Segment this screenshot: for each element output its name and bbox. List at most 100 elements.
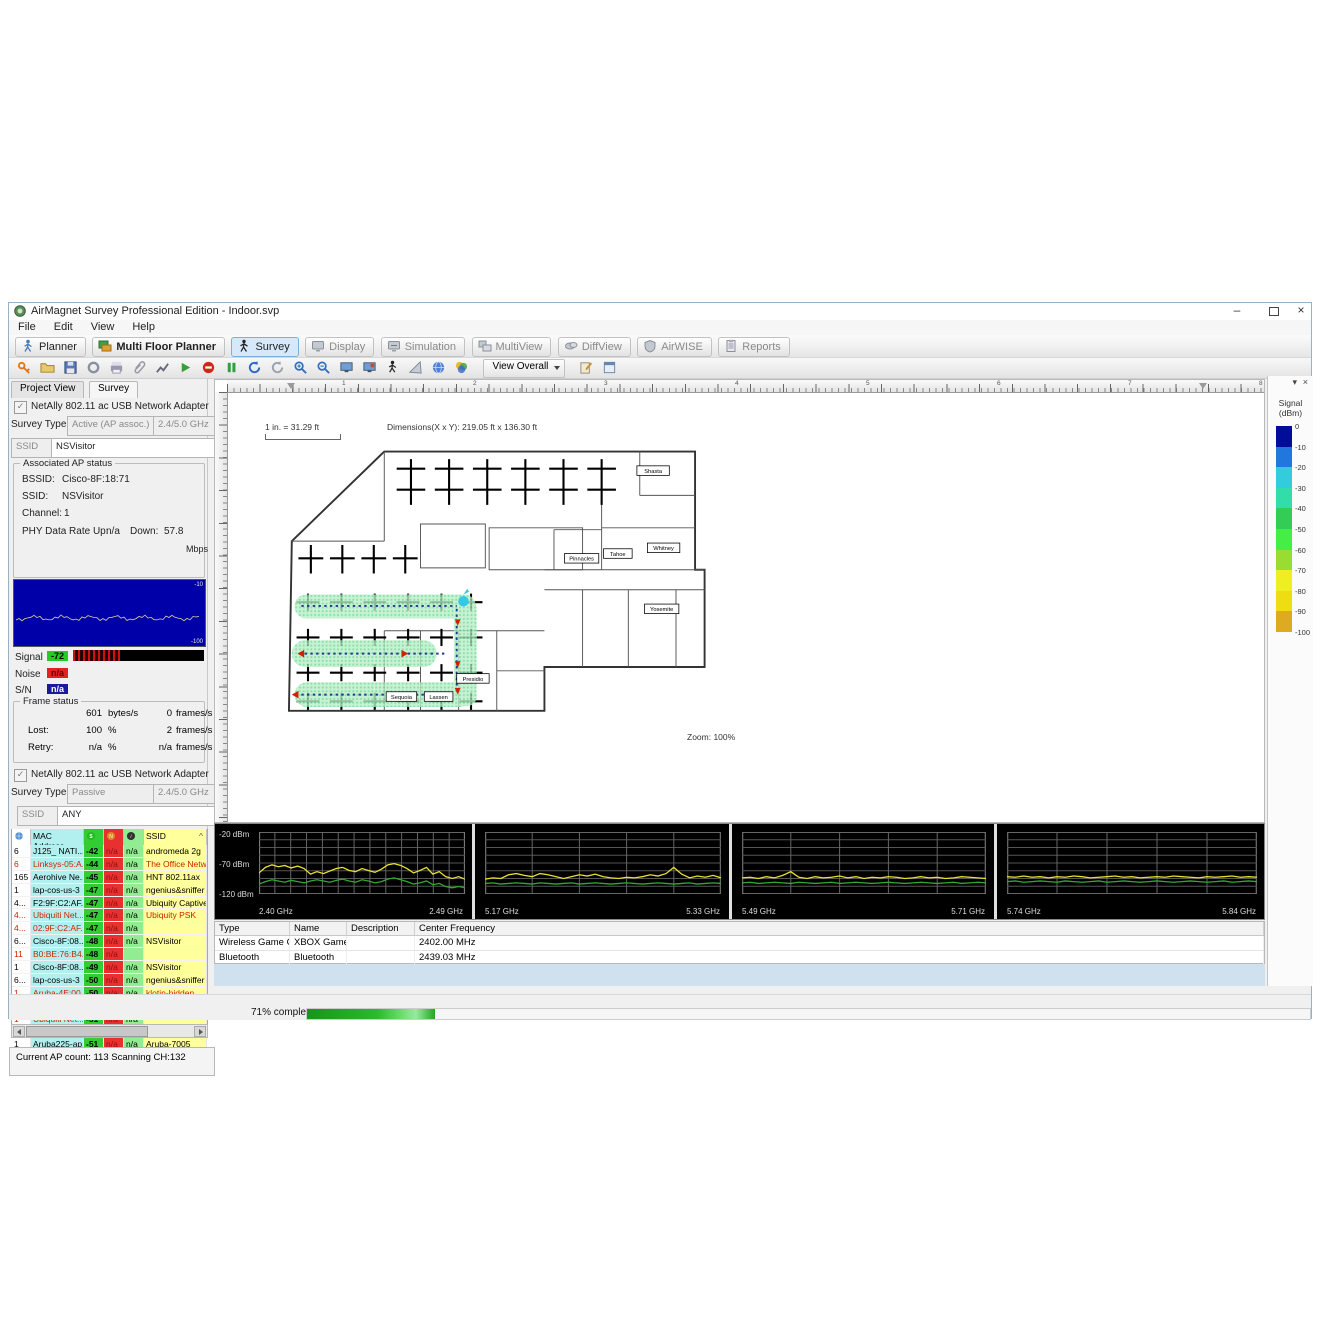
refresh-icon[interactable] <box>243 359 265 378</box>
ap-table-row[interactable]: 6 J125_ NATI... -42 n/a n/a andromeda 2g <box>12 845 207 858</box>
mode-tab[interactable]: Planner <box>15 337 86 357</box>
zoom-out-icon[interactable] <box>312 359 334 378</box>
play-icon[interactable] <box>174 359 196 378</box>
report-icon[interactable] <box>599 359 621 378</box>
frame-status-group: Frame status 601 bytes/s 0 frames/s <box>13 701 205 763</box>
type-column-header[interactable]: Type <box>215 922 290 935</box>
ap-table-row[interactable]: 4... Ubiquiti Net... -47 n/a n/a Ubiquit… <box>12 909 207 922</box>
tab-survey[interactable]: Survey <box>89 381 138 398</box>
edit-icon[interactable] <box>576 359 598 378</box>
ssid-column-header[interactable]: SSID^ <box>144 829 207 845</box>
palette-icon[interactable] <box>450 359 472 378</box>
menu-item[interactable]: Edit <box>45 320 82 333</box>
mode-tab[interactable]: MultiView <box>472 337 552 357</box>
name-column-header[interactable]: Name <box>290 922 347 935</box>
mode-tab[interactable]: Simulation <box>381 337 465 357</box>
mode-tab[interactable]: DiffView <box>558 337 631 357</box>
attach-icon[interactable] <box>128 359 150 378</box>
sn-label: S/N <box>15 685 32 696</box>
display-monitor-icon[interactable] <box>335 359 357 378</box>
interferer-row[interactable]: Bluetooth Bluetooth 2439.03 MHz <box>215 951 1264 966</box>
chart-icon[interactable] <box>151 359 173 378</box>
ap-table-row[interactable]: 11 B0:BE:76:B4... -48 n/a <box>12 948 207 961</box>
key-icon[interactable] <box>13 359 35 378</box>
signal-col-icon[interactable]: S <box>84 829 104 845</box>
pause-icon[interactable] <box>220 359 242 378</box>
room-label: Lassen <box>429 695 447 701</box>
scroll-right-arrow[interactable] <box>194 1026 206 1037</box>
frame-status-row: Lost: 100 % 2 frames/s <box>14 725 204 742</box>
ssid-combo[interactable]: NSVisitor <box>51 438 225 458</box>
menu-item[interactable]: Help <box>123 320 164 333</box>
minimize-button[interactable]: – <box>1225 303 1249 318</box>
sn-col-icon[interactable]: / <box>124 829 144 845</box>
legend-unit: (dBm) <box>1268 408 1313 418</box>
measure-icon[interactable] <box>404 359 426 378</box>
mac-column-header[interactable]: MAC Address <box>31 829 84 845</box>
ap-table-row[interactable]: 6... lap-cos-us-3 -50 n/a n/a ngenius&sn… <box>12 974 207 987</box>
ap-status-group: Associated AP status BSSID: Cisco-8F:18:… <box>13 463 205 578</box>
tab-project-view[interactable]: Project View <box>11 381 84 398</box>
globe-icon[interactable] <box>427 359 449 378</box>
record-icon[interactable] <box>82 359 104 378</box>
diffview-icon <box>564 339 578 353</box>
noise-badge: n/a <box>47 668 68 678</box>
ap-table-row[interactable]: 165 Aerohive Ne... -45 n/a n/a HNT 802.1… <box>12 871 207 884</box>
mode-tab[interactable]: Display <box>305 337 374 357</box>
ap-status-title: Associated AP status <box>20 458 115 469</box>
spectrum-strip: -20 dBm -70 dBm -120 dBm 2.40 GHz 2.49 G… <box>214 823 1265 920</box>
noise-col-icon[interactable]: N <box>104 829 124 845</box>
frequency-column-header[interactable]: Center Frequency <box>415 922 1264 935</box>
interferer-row[interactable]: Wireless Game Contr... XBOX Game ... 240… <box>215 936 1264 951</box>
noise-label: Noise <box>15 669 41 680</box>
globe-icon[interactable] <box>12 829 31 845</box>
stop-icon[interactable] <box>197 359 219 378</box>
window-title: AirMagnet Survey Professional Edition - … <box>31 305 279 317</box>
scroll-left-arrow[interactable] <box>13 1026 25 1037</box>
description-column-header[interactable]: Description <box>347 922 415 935</box>
ap-table-row[interactable]: 4... F2:9F:C2:AF... -47 n/a n/a Ubiquity… <box>12 897 207 910</box>
mode-tab[interactable]: Survey <box>231 337 298 357</box>
adapter1-checkbox[interactable]: ✓ <box>14 401 27 414</box>
mode-tab[interactable]: Multi Floor Planner <box>92 337 225 357</box>
ap-table-row[interactable]: 1 lap-cos-us-3 -47 n/a n/a ngenius&sniff… <box>12 884 207 897</box>
progress-bar <box>306 1008 1311 1020</box>
menu-item[interactable]: View <box>82 320 124 333</box>
ssid2-combo[interactable]: ANY <box>57 806 225 826</box>
close-button[interactable]: × <box>1289 303 1313 318</box>
collapse-panel-icon[interactable]: ▾ <box>1292 377 1297 388</box>
zoom-level-text: Zoom: 100% <box>687 732 735 742</box>
mode-tab[interactable]: AirWISE <box>637 337 712 357</box>
menu-bar: FileEditViewHelp <box>9 320 1311 335</box>
window-statusbar <box>9 994 1311 1006</box>
adapter2-name: NetAlly 802.11 ac USB Network Adapter <box>31 769 209 780</box>
ap-table-row[interactable]: 6... Cisco-8F:08... -48 n/a n/a NSVisito… <box>12 935 207 948</box>
maximize-button[interactable] <box>1269 307 1279 316</box>
close-panel-icon[interactable]: × <box>1303 377 1308 387</box>
scrollbar-thumb[interactable] <box>26 1026 148 1037</box>
ap-table-row[interactable]: 1 Cisco-8F:08... -49 n/a n/a NSVisitor <box>12 961 207 974</box>
print-icon[interactable] <box>105 359 127 378</box>
rate-unit: Mbps <box>186 544 208 554</box>
graph-bottom-tick: -100 <box>191 639 203 645</box>
walk-icon[interactable] <box>381 359 403 378</box>
save-icon[interactable] <box>59 359 81 378</box>
frame-status-title: Frame status <box>20 696 81 707</box>
scale-text: 1 in. = 31.29 ft <box>265 422 319 432</box>
floorplan-drawing: Shasta Whitney Tahoe Pinnacles Yosemite … <box>257 442 727 728</box>
view-overall-dropdown[interactable]: View Overall <box>483 359 565 378</box>
zoom-in-icon[interactable] <box>289 359 311 378</box>
signal-bar <box>73 650 204 661</box>
display-monitor2-icon[interactable] <box>358 359 380 378</box>
menu-item[interactable]: File <box>9 320 45 333</box>
adapter2-checkbox[interactable]: ✓ <box>14 769 27 782</box>
planner-icon <box>21 339 35 353</box>
adapter1-name: NetAlly 802.11 ac USB Network Adapter <box>31 401 209 412</box>
ap-table-row[interactable]: 6 Linksys-05:A... -44 n/a n/a The Office… <box>12 858 207 871</box>
ap-table-hscrollbar[interactable] <box>11 1024 208 1038</box>
ap-table-row[interactable]: 4... 02:9F:C2:AF... -47 n/a n/a <box>12 922 207 935</box>
mode-tab[interactable]: Reports <box>718 337 790 357</box>
sync-icon[interactable] <box>266 359 288 378</box>
open-folder-icon[interactable] <box>36 359 58 378</box>
room-label: Pinnacles <box>569 557 594 563</box>
